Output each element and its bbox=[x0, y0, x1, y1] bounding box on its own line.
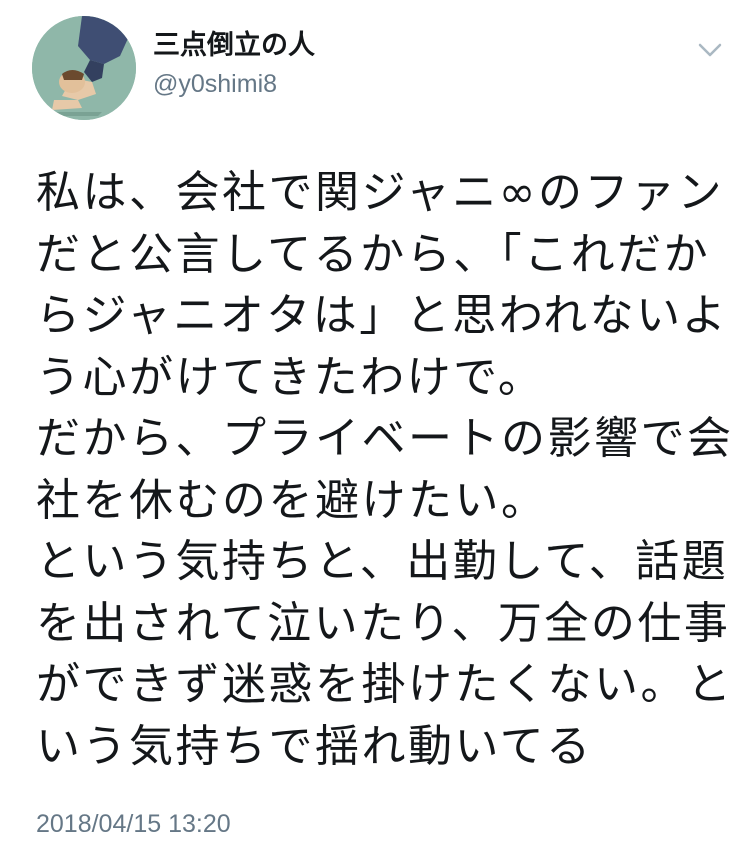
tweet-text-line: だから、プライベートの影響で会 bbox=[36, 413, 734, 464]
avatar[interactable] bbox=[32, 16, 136, 120]
display-name[interactable]: 三点倒立の人 bbox=[153, 28, 315, 64]
user-handle[interactable]: @y0shimi8 bbox=[153, 68, 277, 100]
tweet-menu-button[interactable] bbox=[690, 30, 730, 70]
tweet-text-line: という気持ちと、出勤して、話題 bbox=[36, 536, 729, 587]
tweet-text-line: を出されて泣いたり、万全の仕事 bbox=[36, 597, 731, 649]
tweet-text: 私は、会社で関ジャニ∞のファン だと公言してるから、「これだか らジャニオタは」… bbox=[36, 162, 734, 777]
tweet-text-line: らジャニオタは」と思われないよ bbox=[36, 290, 729, 341]
chevron-down-icon bbox=[698, 43, 722, 57]
tweet-text-line: だと公言してるから、「これだか bbox=[36, 228, 711, 280]
avatar-illustration bbox=[32, 16, 136, 120]
tweet-text-line: う心がけてきたわけで。 bbox=[36, 351, 545, 403]
tweet-timestamp[interactable]: 2018/04/15 13:20 bbox=[36, 808, 231, 840]
tweet-text-line: いう気持ちで揺れ動いてる bbox=[36, 720, 593, 772]
tweet-text-line: 社を休むのを避けたい。 bbox=[36, 474, 548, 526]
tweet-text-line: ができず迷惑を掛けたくない。と bbox=[36, 659, 734, 710]
tweet-text-line: 私は、会社で関ジャニ∞のファン bbox=[36, 167, 724, 218]
tweet-card: 三点倒立の人 @y0shimi8 私は、会社で関ジャニ∞のファン だと公言してる… bbox=[0, 0, 750, 843]
